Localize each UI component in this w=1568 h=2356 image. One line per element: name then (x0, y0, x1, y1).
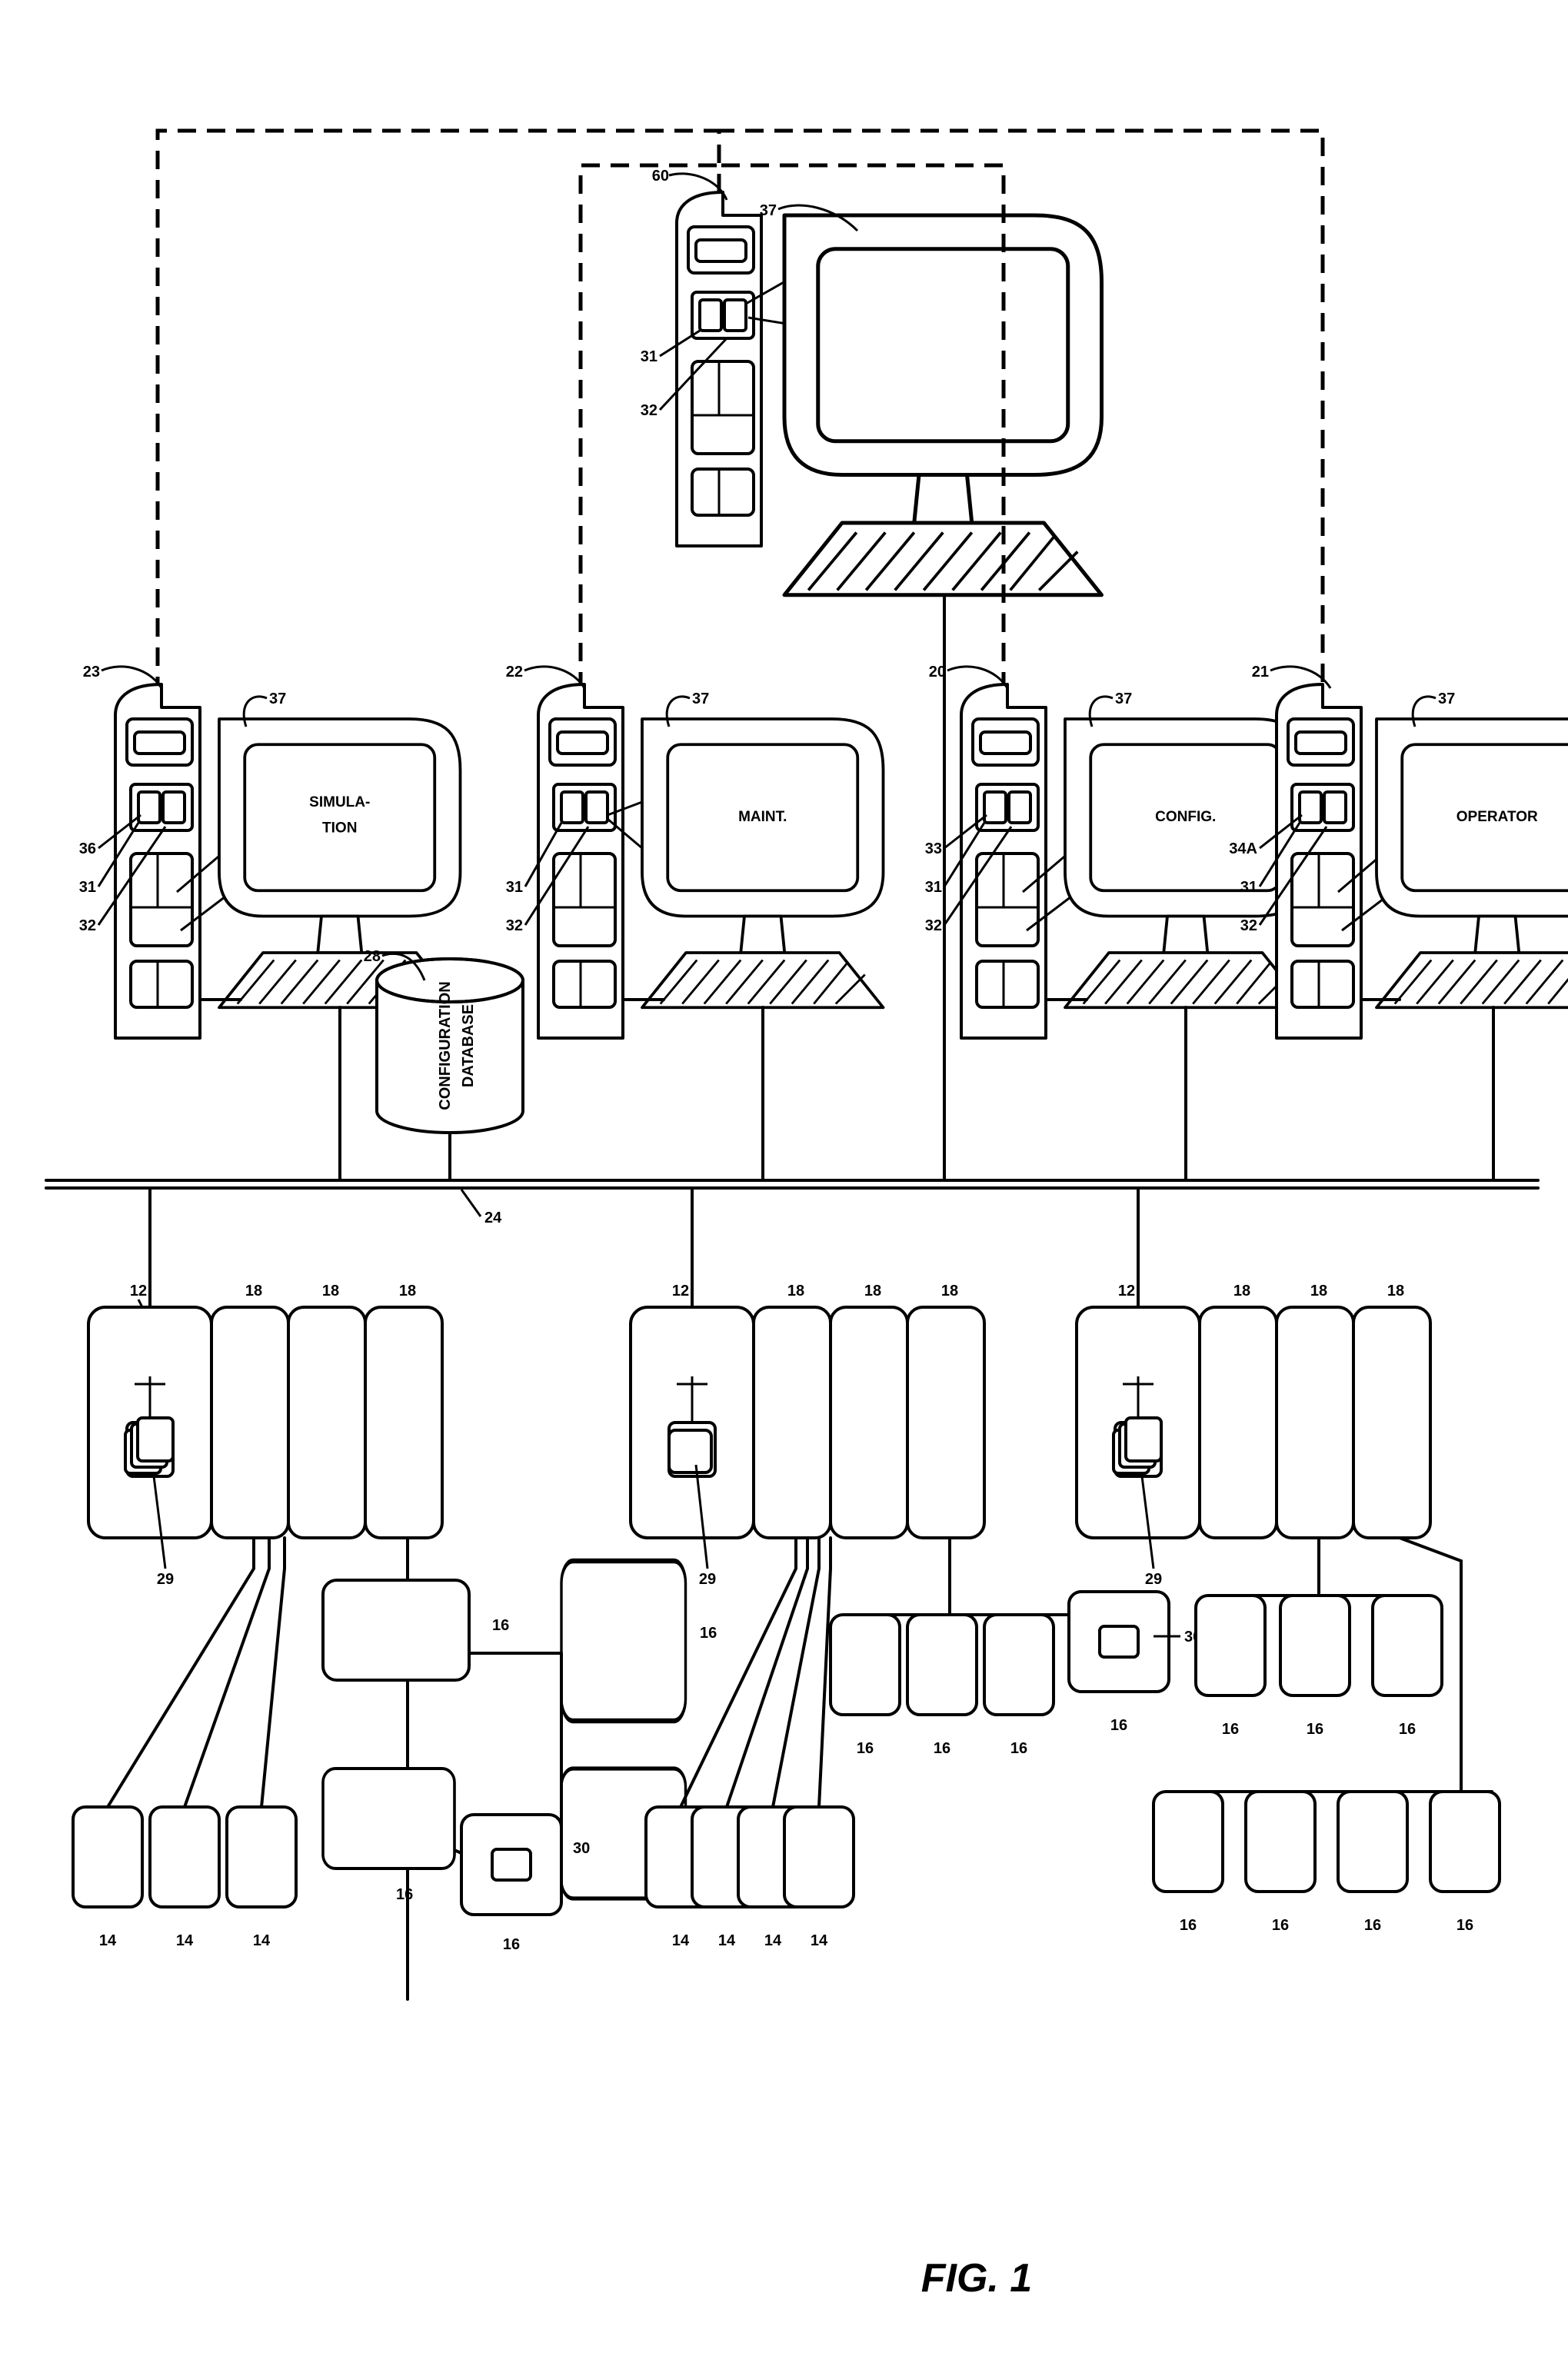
ref-18-c1: 18 (1233, 1283, 1250, 1299)
ref-32-op: 32 (1240, 917, 1257, 934)
ref-22: 22 (506, 664, 523, 681)
dev16-aT (323, 1580, 469, 1680)
ref-33a: 33 (925, 840, 942, 857)
ref-18-a1: 18 (245, 1283, 262, 1299)
screen-op: OPERATOR (1456, 809, 1538, 825)
ref-14-b3: 14 (764, 1932, 782, 1949)
dev16-ct1 (1196, 1596, 1265, 1695)
ref-29-a: 29 (157, 1571, 174, 1588)
ref-16-a-nested: 16 (503, 1936, 520, 1953)
ref-32-sim: 32 (79, 917, 96, 934)
ref-18-a2: 18 (322, 1283, 339, 1299)
hub-tower (677, 192, 761, 546)
dev16-aB (323, 1769, 454, 1868)
ref-37-cfg: 37 (1115, 690, 1132, 707)
rack-b (631, 1307, 984, 1538)
ref-14-a3: 14 (253, 1932, 271, 1949)
ref-60: 60 (652, 168, 669, 185)
ref-12-a: 12 (130, 1283, 147, 1299)
ref-18-b2: 18 (864, 1283, 881, 1299)
ref-16-cb3: 16 (1364, 1917, 1381, 1934)
dev16-b3 (984, 1615, 1054, 1715)
ref-16-aB: 16 (396, 1886, 413, 1903)
ref-36a: 36 (79, 840, 96, 857)
ref-16-cb1: 16 (1180, 1917, 1197, 1934)
op-tower (1277, 684, 1361, 1038)
dev16-cb1 (1154, 1792, 1223, 1892)
ref-16-b4: 16 (1110, 1717, 1127, 1734)
ref-37-op: 37 (1438, 690, 1455, 707)
ref-14-b4: 14 (811, 1932, 828, 1949)
ref-37-sim: 37 (269, 690, 286, 707)
dev16-cb4 (1430, 1792, 1500, 1892)
ref-16-aT: 16 (492, 1617, 509, 1634)
ref-12-c: 12 (1118, 1283, 1135, 1299)
dev16-b2 (907, 1615, 977, 1715)
dev14-a3 (227, 1807, 296, 1907)
ref-34A: 34A (1229, 840, 1257, 857)
ref-32-mnt: 32 (506, 917, 523, 934)
dev16-ct3 (1373, 1596, 1442, 1695)
ref-18-c2: 18 (1310, 1283, 1327, 1299)
screen-cfg: CONFIG. (1155, 809, 1216, 825)
dev16-cb2 (1246, 1792, 1315, 1892)
ref-31-op: 31 (1240, 879, 1257, 896)
ref-12-b: 12 (672, 1283, 689, 1299)
ref-16-b3: 16 (1010, 1740, 1027, 1757)
ref-29-c: 29 (1145, 1571, 1162, 1588)
ref-31-hub: 31 (641, 348, 657, 365)
ref-21: 21 (1252, 664, 1269, 681)
maint-tower (538, 684, 623, 1038)
dev14-a2 (150, 1807, 219, 1907)
ref-29-b: 29 (699, 1571, 716, 1588)
ref-20: 20 (929, 664, 946, 681)
ref-37-mnt: 37 (692, 690, 709, 707)
dev16-b1 (831, 1615, 900, 1715)
ref-18-b3: 18 (941, 1283, 958, 1299)
dev16-aR (561, 1561, 686, 1721)
ref-28: 28 (364, 948, 381, 965)
ref-16-cb4: 16 (1456, 1917, 1473, 1934)
ref-18-a3: 18 (399, 1283, 416, 1299)
dev16-cb3 (1338, 1792, 1407, 1892)
cfg-db-label-2: DATABASE (460, 1004, 477, 1087)
ref-16-b2: 16 (934, 1740, 950, 1757)
ref-16-ct3: 16 (1399, 1721, 1416, 1738)
ref-16-ct2: 16 (1307, 1721, 1323, 1738)
ref-31-sim: 31 (79, 879, 96, 896)
screen-maint: MAINT. (738, 809, 787, 825)
dev16-ct2 (1280, 1596, 1350, 1695)
ref-16-cb2: 16 (1272, 1917, 1289, 1934)
ref-18-b1: 18 (787, 1283, 804, 1299)
ref-37-hub: 37 (760, 202, 777, 219)
dev14-a1 (73, 1807, 142, 1907)
screen-sim-l1: SIMULA- (309, 794, 370, 810)
sim-tower (115, 684, 200, 1038)
ref-14-a1: 14 (99, 1932, 117, 1949)
ref-14-a2: 14 (176, 1932, 194, 1949)
ref-31-cfg: 31 (925, 879, 942, 896)
ref-24: 24 (484, 1210, 502, 1226)
ref-18-c3: 18 (1387, 1283, 1404, 1299)
ref-16-aR: 16 (700, 1625, 717, 1642)
ref-32-cfg: 32 (925, 917, 942, 934)
ref-30-a: 30 (573, 1840, 590, 1857)
cfg-tower (961, 684, 1046, 1038)
figure-caption: FIG. 1 (921, 2256, 1032, 2301)
ref-23: 23 (83, 664, 100, 681)
ref-31-mnt: 31 (506, 879, 523, 896)
ref-32-hub: 32 (641, 402, 657, 419)
dev14-b4 (784, 1807, 854, 1907)
cfg-db-label-1: CONFIGURATION (437, 981, 454, 1110)
ref-14-b2: 14 (718, 1932, 736, 1949)
ref-16-ct1: 16 (1222, 1721, 1239, 1738)
ref-16-b1: 16 (857, 1740, 874, 1757)
screen-sim-l2: TION (322, 820, 357, 836)
ref-14-b1: 14 (672, 1932, 690, 1949)
